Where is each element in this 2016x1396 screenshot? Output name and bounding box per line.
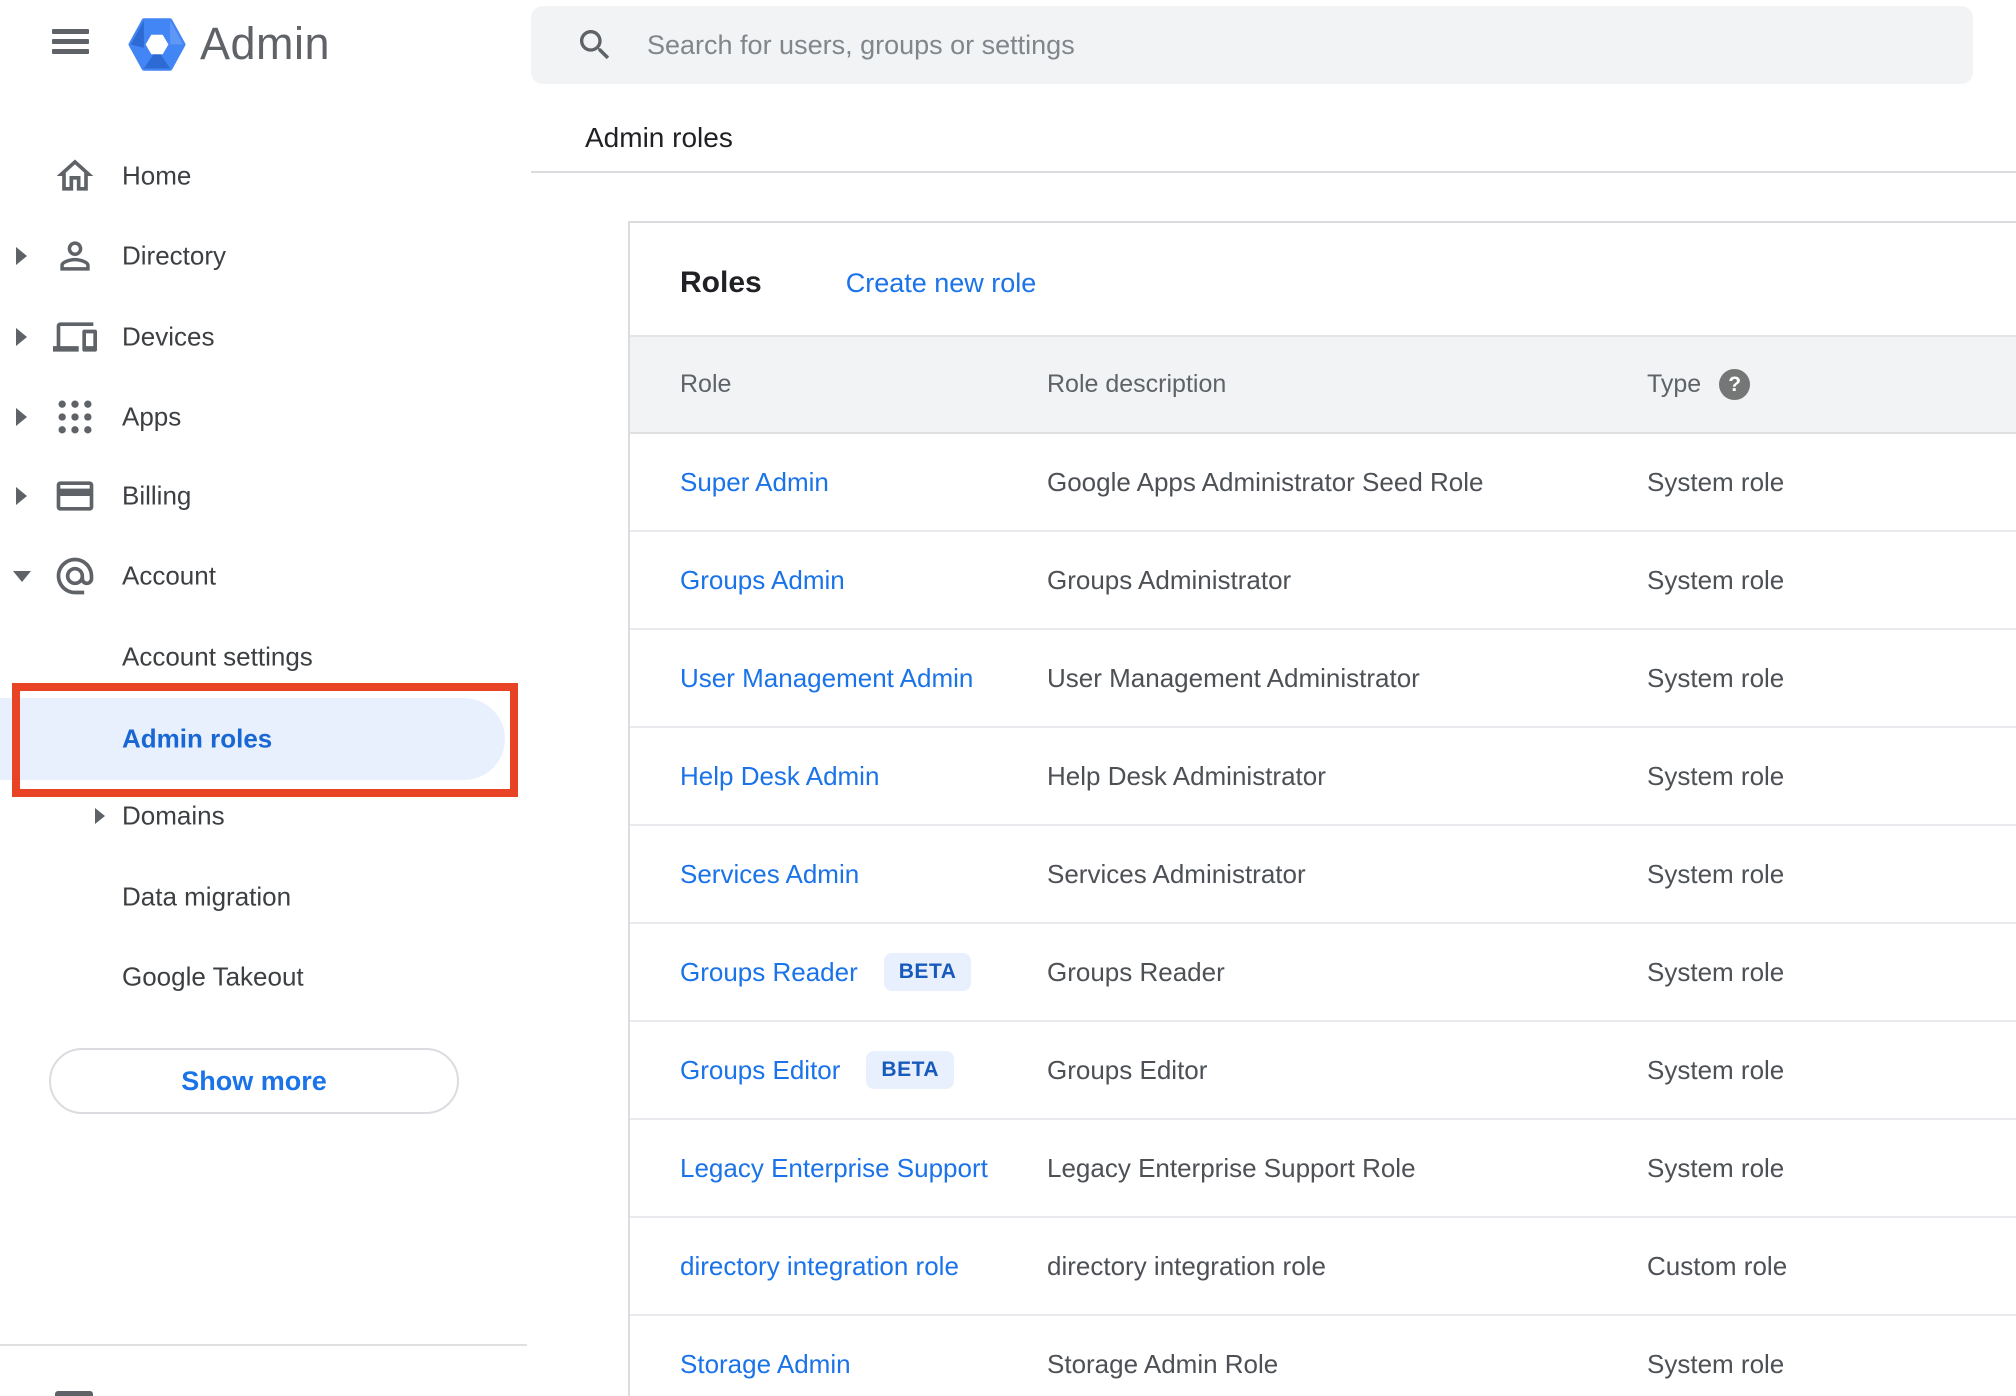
- person-icon: [60, 241, 90, 271]
- column-header-description: Role description: [1047, 370, 1227, 398]
- role-type: System role: [1647, 760, 1785, 791]
- sidebar-item-label: Google Takeout: [122, 961, 304, 992]
- role-description: Storage Admin Role: [1047, 1348, 1279, 1379]
- role-description: Groups Editor: [1047, 1054, 1208, 1085]
- search-bar: [531, 6, 1973, 84]
- search-input[interactable]: [531, 6, 1973, 84]
- role-description: Groups Administrator: [1047, 564, 1292, 595]
- roles-card-header: Roles Create new role: [630, 223, 2016, 335]
- roles-card: Roles Create new role Role Role descript…: [628, 221, 2016, 1396]
- sidebar-item-label: Admin roles: [122, 723, 273, 754]
- role-description: Help Desk Administrator: [1047, 760, 1326, 791]
- chevron-down-icon[interactable]: [13, 571, 31, 582]
- card-title: Roles: [680, 266, 762, 299]
- role-link[interactable]: Storage Admin: [680, 1349, 851, 1380]
- column-header-type: Type ?: [1647, 369, 2016, 400]
- role-link[interactable]: Services Admin: [680, 859, 859, 890]
- sidebar-item-home[interactable]: Home: [0, 136, 527, 216]
- table-row: User Management Admin User Management Ad…: [630, 630, 2016, 728]
- sidebar-item-domains[interactable]: Domains: [0, 776, 527, 856]
- sidebar-item-label: Home: [122, 160, 192, 191]
- role-description: Legacy Enterprise Support Role: [1047, 1152, 1416, 1183]
- beta-badge: BETA: [883, 953, 972, 991]
- admin-logo-icon: [128, 18, 186, 71]
- table-header-row: Role Role description Type ?: [630, 335, 2016, 434]
- table-row: Groups Admin Groups Administrator System…: [630, 532, 2016, 630]
- role-link[interactable]: Groups Admin: [680, 565, 845, 596]
- table-row: Services Admin Services Administrator Sy…: [630, 826, 2016, 924]
- chevron-right-icon[interactable]: [16, 328, 27, 346]
- sidebar-item-devices[interactable]: Devices: [0, 297, 527, 377]
- role-description: directory integration role: [1047, 1250, 1326, 1281]
- menu-icon[interactable]: [52, 29, 89, 54]
- home-icon: [56, 159, 94, 191]
- at-sign-icon: [56, 557, 94, 595]
- role-type: System role: [1647, 662, 1785, 693]
- sidebar: Admin Home Directory Devices Apps Billin…: [0, 0, 527, 1396]
- sidebar-item-billing[interactable]: Billing: [0, 456, 527, 536]
- show-more-label: Show more: [181, 1065, 327, 1096]
- role-description: Google Apps Administrator Seed Role: [1047, 466, 1484, 497]
- role-type: Custom role: [1647, 1250, 1788, 1281]
- role-description: Groups Reader: [1047, 956, 1225, 987]
- role-description: User Management Administrator: [1047, 662, 1420, 693]
- sidebar-item-data-migration[interactable]: Data migration: [0, 857, 527, 937]
- role-type: System role: [1647, 564, 1785, 595]
- table-row: Legacy Enterprise Support Legacy Enterpr…: [630, 1120, 2016, 1218]
- role-link[interactable]: Help Desk Admin: [680, 761, 879, 792]
- create-new-role-link[interactable]: Create new role: [846, 268, 1037, 299]
- table-row: Help Desk Admin Help Desk Administrator …: [630, 728, 2016, 826]
- sidebar-footer-divider: [0, 1344, 527, 1346]
- sidebar-item-label: Directory: [122, 240, 227, 271]
- sidebar-item-apps[interactable]: Apps: [0, 377, 527, 457]
- role-type: System role: [1647, 858, 1785, 889]
- apps-grid-icon: [58, 400, 92, 434]
- sidebar-item-directory[interactable]: Directory: [0, 216, 527, 296]
- help-icon[interactable]: ?: [1719, 369, 1751, 400]
- chevron-right-icon[interactable]: [16, 487, 27, 505]
- role-type: System role: [1647, 466, 1785, 497]
- role-link[interactable]: Groups Editor: [680, 1055, 840, 1086]
- table-row: Groups Editor BETA Groups Editor System …: [630, 1022, 2016, 1120]
- chevron-right-icon[interactable]: [16, 408, 27, 426]
- sidebar-item-google-takeout[interactable]: Google Takeout: [0, 937, 527, 1017]
- beta-badge: BETA: [866, 1051, 955, 1089]
- role-link[interactable]: Groups Reader: [680, 957, 858, 988]
- sidebar-item-label: Data migration: [122, 881, 292, 912]
- sidebar-item-account[interactable]: Account: [0, 536, 527, 616]
- sidebar-item-label: Apps: [122, 401, 182, 432]
- chevron-right-icon[interactable]: [16, 247, 27, 265]
- role-type: System role: [1647, 956, 1785, 987]
- role-type: System role: [1647, 1054, 1785, 1085]
- sidebar-item-account-settings[interactable]: Account settings: [0, 617, 527, 697]
- role-link[interactable]: Legacy Enterprise Support: [680, 1153, 988, 1184]
- role-link[interactable]: Super Admin: [680, 467, 829, 498]
- column-header-role: Role: [680, 370, 732, 398]
- role-description: Services Administrator: [1047, 858, 1306, 889]
- sidebar-item-admin-roles[interactable]: Admin roles: [0, 698, 505, 780]
- devices-icon: [53, 322, 97, 352]
- sidebar-item-label: Account: [122, 560, 216, 591]
- header-divider: [531, 171, 2016, 173]
- sidebar-item-label: Devices: [122, 321, 215, 352]
- sidebar-item-label: Billing: [122, 480, 192, 511]
- credit-card-icon: [56, 481, 94, 511]
- cropped-footer-icon: [55, 1391, 93, 1396]
- sidebar-item-label: Account settings: [122, 641, 313, 672]
- column-header-type-label: Type: [1647, 370, 1702, 398]
- role-type: System role: [1647, 1348, 1785, 1379]
- table-row: Super Admin Google Apps Administrator Se…: [630, 434, 2016, 532]
- sidebar-item-label: Domains: [122, 800, 225, 831]
- role-link[interactable]: directory integration role: [680, 1251, 959, 1282]
- breadcrumb: Admin roles: [585, 122, 733, 153]
- table-row: Storage Admin Storage Admin Role System …: [630, 1316, 2016, 1396]
- admin-console: Admin Home Directory Devices Apps Billin…: [0, 0, 2016, 1396]
- role-type: System role: [1647, 1152, 1785, 1183]
- table-row: Groups Reader BETA Groups Reader System …: [630, 924, 2016, 1022]
- chevron-right-icon[interactable]: [95, 808, 105, 824]
- product-name: Admin: [200, 18, 331, 69]
- role-link[interactable]: User Management Admin: [680, 663, 973, 694]
- show-more-button[interactable]: Show more: [49, 1048, 459, 1114]
- table-row: directory integration role directory int…: [630, 1218, 2016, 1316]
